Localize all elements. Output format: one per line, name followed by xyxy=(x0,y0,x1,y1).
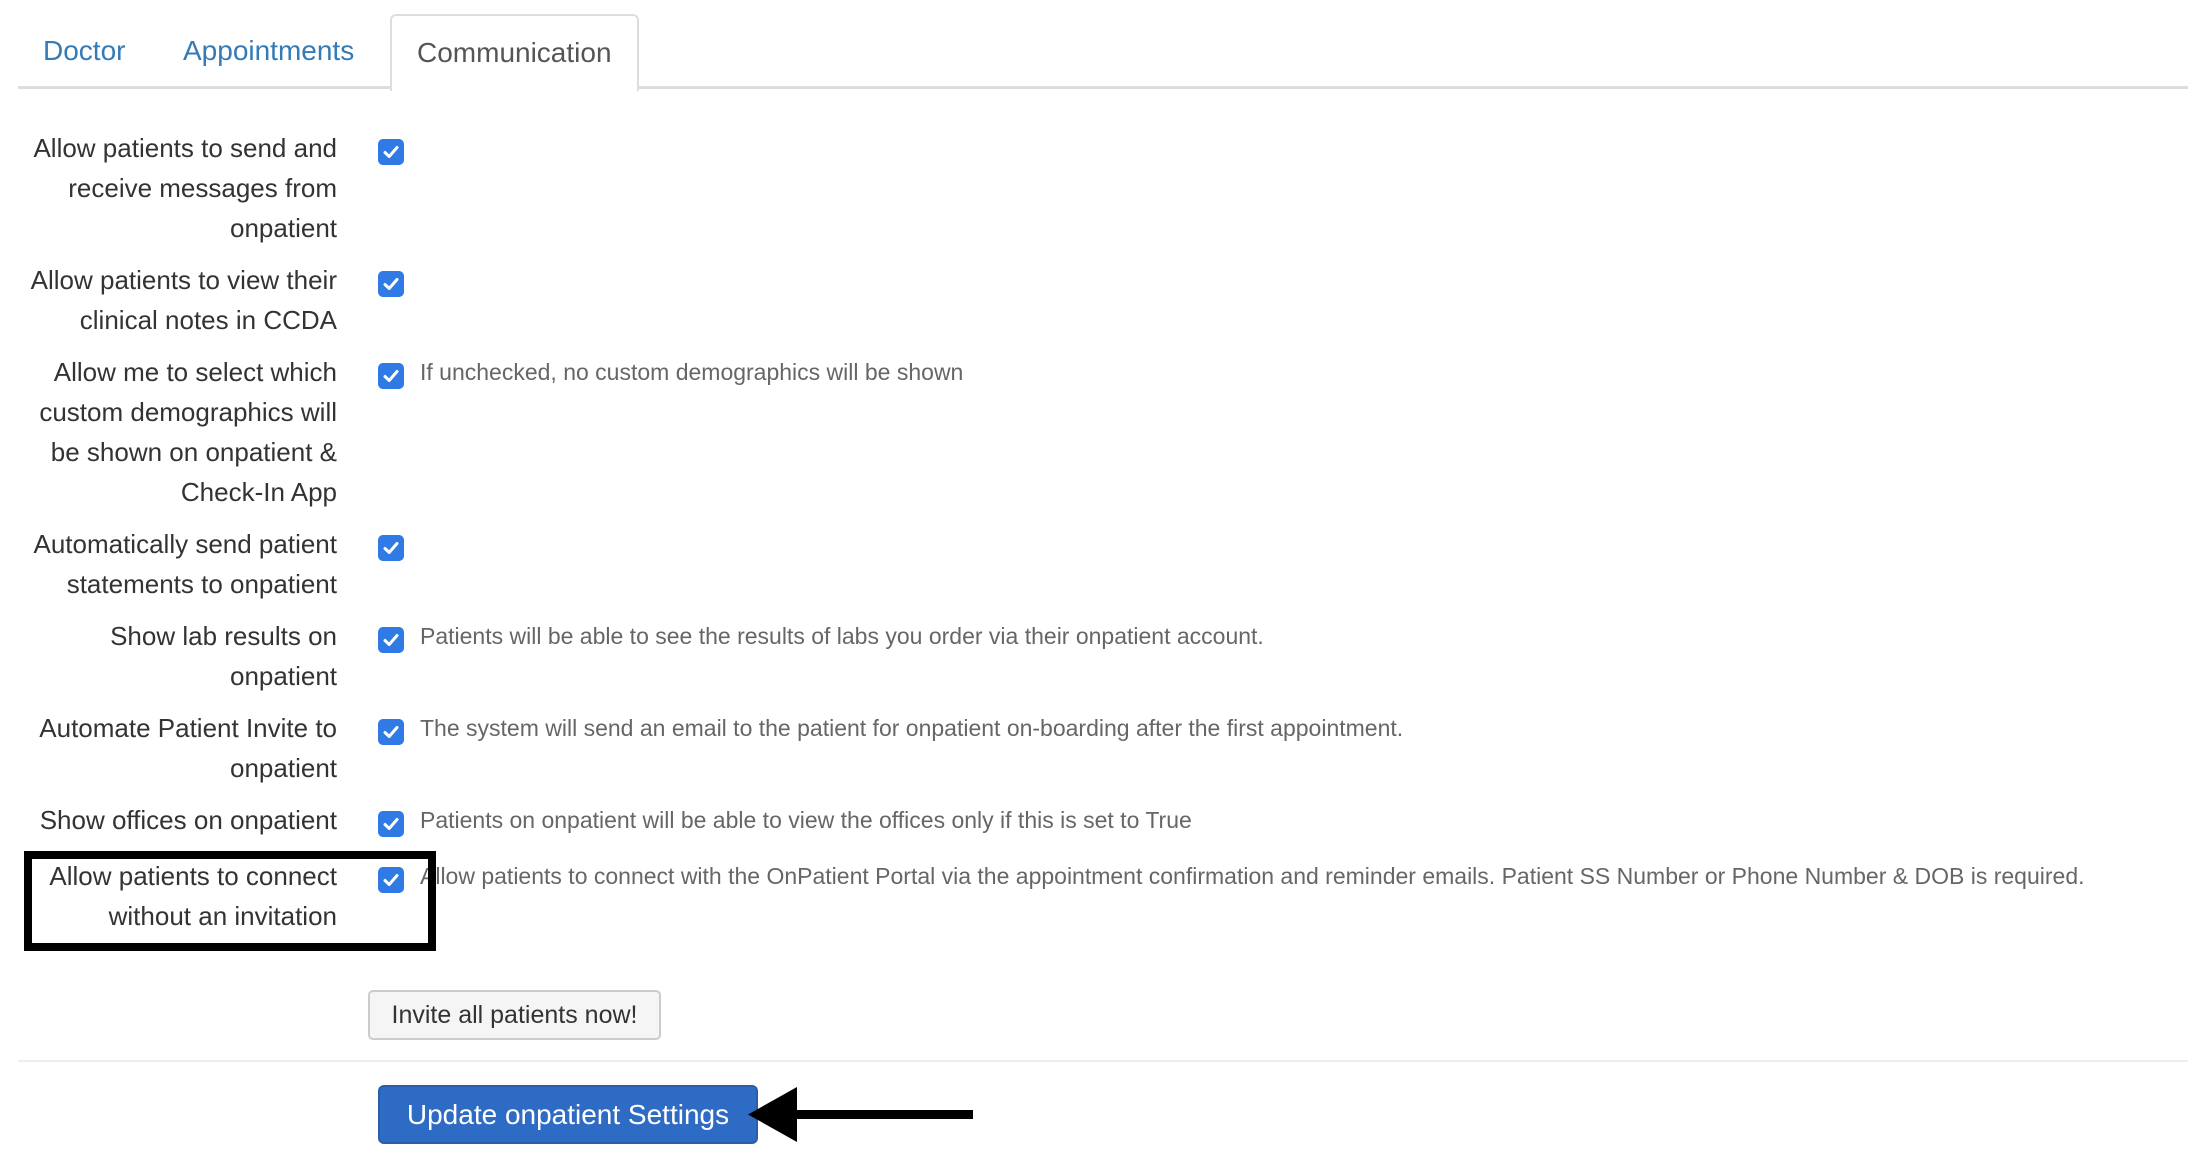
setting-help-text: Patients on onpatient will be able to vi… xyxy=(420,807,1192,833)
checkbox-lab-results[interactable] xyxy=(378,627,404,653)
checkmark-icon xyxy=(383,634,399,646)
tab-bar: Doctor Appointments Communication xyxy=(18,0,2188,91)
setting-label: Show offices on onpatient xyxy=(39,805,337,835)
setting-label: Allow patients to view their clinical no… xyxy=(30,265,337,335)
checkmark-icon xyxy=(383,278,399,290)
checkbox-view-ccda[interactable] xyxy=(378,271,404,297)
checkmark-icon xyxy=(383,818,399,830)
setting-help-text: If unchecked, no custom demographics wil… xyxy=(420,359,964,385)
invite-all-patients-button[interactable]: Invite all patients now! xyxy=(368,990,661,1040)
tab-doctor[interactable]: Doctor xyxy=(18,14,150,88)
checkmark-icon xyxy=(383,370,399,382)
setting-label: Allow patients to send and receive messa… xyxy=(33,133,337,243)
setting-help-text: Patients will be able to see the results… xyxy=(420,623,1264,649)
update-onpatient-settings-button[interactable]: Update onpatient Settings xyxy=(378,1085,758,1144)
tab-appointments[interactable]: Appointments xyxy=(158,14,379,88)
setting-help-text: The system will send an email to the pat… xyxy=(420,715,1404,741)
tab-communication[interactable]: Communication xyxy=(390,14,639,91)
checkbox-patient-statements[interactable] xyxy=(378,535,404,561)
checkmark-icon xyxy=(383,146,399,158)
form-divider xyxy=(18,1060,2188,1062)
checkbox-show-offices[interactable] xyxy=(378,811,404,837)
checkbox-send-receive-messages[interactable] xyxy=(378,139,404,165)
annotation-arrow-icon xyxy=(748,1087,973,1142)
checkmark-icon xyxy=(383,726,399,738)
checkbox-automate-invite[interactable] xyxy=(378,719,404,745)
setting-help-text: Allow patients to connect with the OnPat… xyxy=(420,863,2085,889)
checkbox-connect-without-invitation[interactable] xyxy=(378,867,404,893)
setting-label: Show lab results on onpatient xyxy=(110,621,337,691)
setting-label: Automatically send patient statements to… xyxy=(33,529,337,599)
setting-label: Automate Patient Invite to onpatient xyxy=(39,713,337,783)
checkbox-custom-demographics[interactable] xyxy=(378,363,404,389)
checkmark-icon xyxy=(383,874,399,886)
checkmark-icon xyxy=(383,542,399,554)
setting-label: Allow me to select which custom demograp… xyxy=(39,357,337,507)
setting-label: Allow patients to connect without an inv… xyxy=(49,861,337,931)
